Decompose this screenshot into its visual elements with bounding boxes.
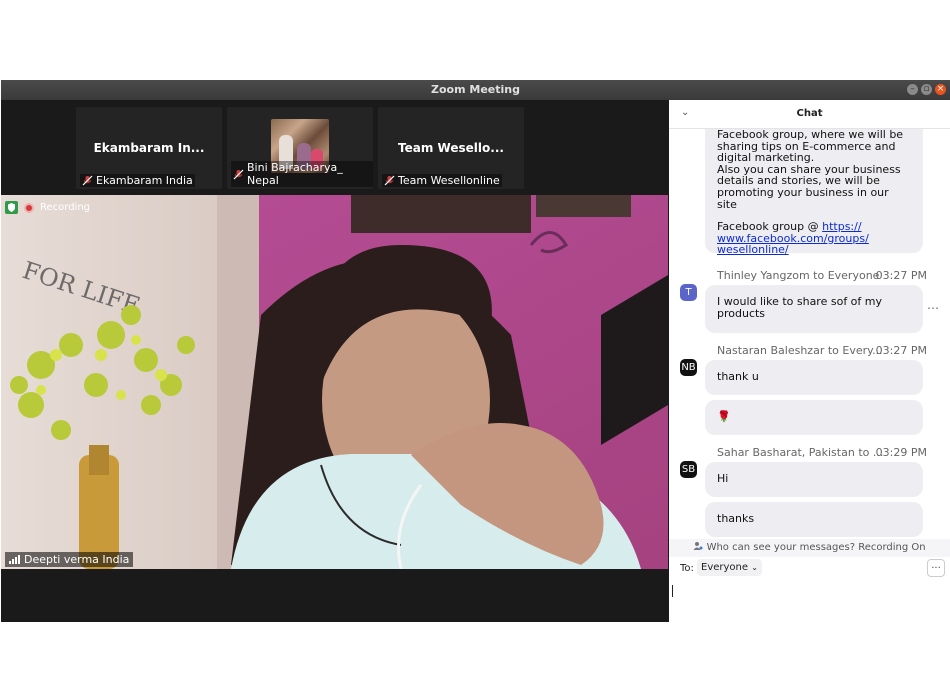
avatar: SB [680,461,697,478]
message-sender: Nastaran Baleshzar to Every... [717,344,883,357]
message-time: 03:27 PM [875,269,927,282]
people-icon [693,542,706,553]
video-area: Ekambaram In... Ekambaram India Bini Baj… [1,100,668,622]
close-button[interactable]: × [935,84,946,95]
mic-muted-icon [82,175,93,186]
speaker-video-frame: FOR LIFE [1,195,668,569]
participant-name-center: Team Wesello... [398,141,504,155]
connection-signal-icon [9,555,20,564]
chat-header: ⌄ Chat [669,100,950,129]
message-line: thank u [717,370,759,383]
message-meta: Nastaran Baleshzar to Every... 03:27 PM [717,344,927,357]
chat-message: Hi [705,462,923,497]
maximize-button[interactable]: ▫ [921,84,932,95]
message-sender: Sahar Basharat, Pakistan to ... [717,446,884,459]
shield-icon [5,201,18,214]
message-line: promoting your business in our site [717,185,889,211]
message-meta: Sahar Basharat, Pakistan to ... 03:29 PM [717,446,927,459]
mic-muted-icon [233,169,244,180]
more-options-button[interactable]: ... [927,559,945,577]
recipient-value: Everyone [701,562,749,573]
recipient-select[interactable]: Everyone ⌄ [697,559,762,576]
message-line: products [717,306,766,320]
more-options-icon[interactable]: ⋯ [927,301,939,315]
chat-message: thanks [705,502,923,537]
recipient-row: To: Everyone ⌄ ... [669,557,950,581]
window-title: Zoom Meeting [431,83,520,96]
recording-dot-icon [24,202,34,213]
chat-message: thank u [705,360,923,395]
chat-panel: ⌄ Chat Facebook group, where we will be … [669,100,950,622]
participant-tile-ekambaram[interactable]: Ekambaram In... Ekambaram India [76,107,222,189]
participant-tile-bini[interactable]: Bini Bajracharya_ Nepal [227,107,373,189]
to-label: To: [680,563,694,574]
participant-label: Team Wesellonline [382,174,502,187]
message-line: wesellonline/ [717,244,911,256]
chevron-down-icon: ⌄ [751,563,758,572]
recording-indicator: Recording [5,201,90,214]
avatar: T [680,284,697,301]
chat-message: 🌹 [705,400,923,435]
recording-label: Recording [40,202,91,213]
chat-input[interactable] [669,582,950,622]
mic-muted-icon [384,175,395,186]
rose-emoji: 🌹 [717,410,731,423]
visibility-note[interactable]: Who can see your messages? Recording On [669,539,950,557]
main-speaker-video[interactable]: FOR LIFE Recording Deepti verma India [1,195,668,569]
speaker-name: Deepti verma India [24,553,130,566]
message-line: Hi [717,472,729,485]
chat-message: I would like to share sof of my products [705,285,923,333]
chat-messages[interactable]: Facebook group, where we will be sharing… [669,129,950,537]
participant-label: Ekambaram India [80,174,195,187]
participant-tile-team-wesellonline[interactable]: Team Wesello... Team Wesellonline [378,107,524,189]
message-line: thanks [717,512,755,525]
participant-label-text: Bini Bajracharya_ Nepal [247,161,343,187]
speaker-label: Deepti verma India [5,552,134,567]
facebook-link[interactable]: wesellonline/ [717,243,789,256]
message-line: I would like to share sof of my [717,295,883,308]
visibility-note-text: Who can see your messages? Recording On [706,542,926,553]
message-meta: Thinley Yangzom to Everyone 03:27 PM [717,269,927,282]
message-time: 03:29 PM [875,446,927,459]
chat-title: Chat [796,108,823,119]
title-bar: Zoom Meeting – ▫ × [1,80,950,100]
participant-name-center: Ekambaram In... [93,141,205,155]
minimize-button[interactable]: – [907,84,918,95]
participant-label-text: Team Wesellonline [398,174,500,187]
avatar: NB [680,359,697,376]
chat-message: Facebook group, where we will be sharing… [705,129,923,256]
zoom-window: Zoom Meeting – ▫ × Ekambaram In... Ekamb… [1,80,950,622]
participant-label-text: Ekambaram India [96,174,193,187]
participant-label: Bini Bajracharya_ Nepal [231,161,373,187]
message-time: 03:27 PM [875,344,927,357]
message-sender: Thinley Yangzom to Everyone [717,269,880,282]
message-line: Facebook group, where we will be [717,129,904,141]
text-cursor [672,585,673,597]
